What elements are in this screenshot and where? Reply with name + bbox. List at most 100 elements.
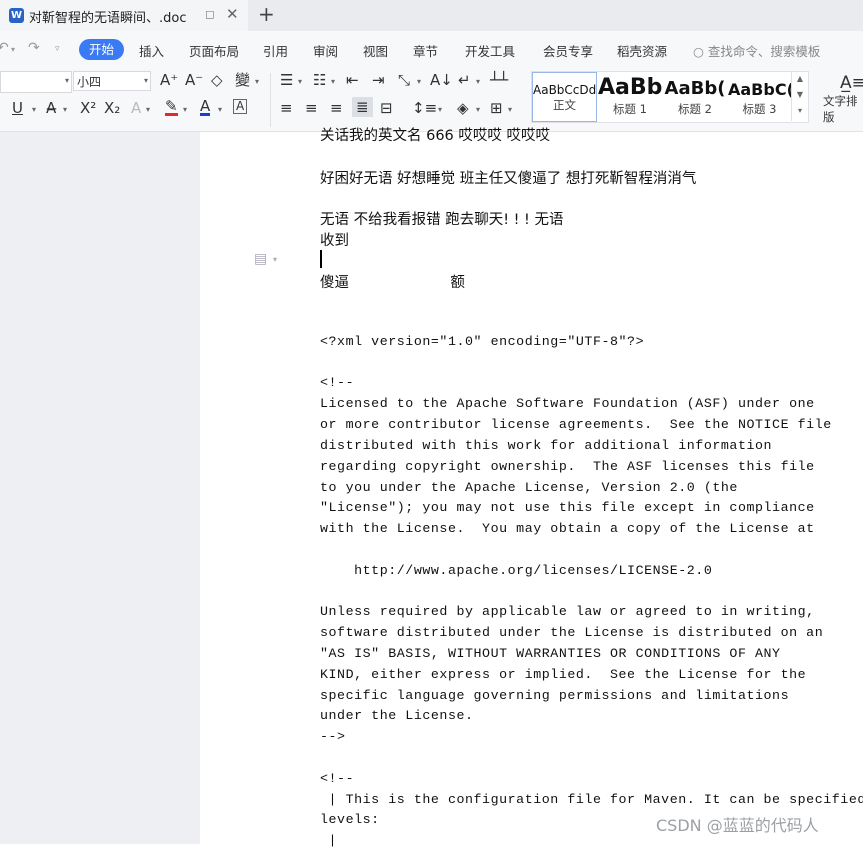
chinese-layout-icon[interactable]: ⤡ xyxy=(398,71,410,89)
undo-icon[interactable]: ↶ xyxy=(0,40,9,56)
chevron-up-icon[interactable]: ▲ xyxy=(792,71,808,87)
superscript-icon[interactable]: X² xyxy=(80,99,96,117)
menu-bar: ↶ ▾ ↷ ▿ 开始 插入 页面布局 引用 审阅 视图 章节 开发工具 会员专享… xyxy=(0,31,863,67)
font-size-value: 小四 xyxy=(77,75,102,89)
align-right-icon[interactable]: ≡ xyxy=(330,99,343,117)
character-border-icon[interactable]: A xyxy=(233,99,248,114)
strikethrough-icon[interactable]: A̶ xyxy=(46,99,56,117)
undo-dropdown-icon[interactable]: ▾ xyxy=(11,45,15,54)
style-heading-1-sample: AaBb xyxy=(598,75,662,100)
text-effect-dropdown-icon[interactable]: ▾ xyxy=(146,105,150,114)
doc-line: software distributed under the License i… xyxy=(320,625,824,640)
grow-font-icon[interactable]: A⁺ xyxy=(160,71,178,89)
style-normal-sample: AaBbCcDd xyxy=(533,83,597,97)
pin-icon[interactable]: ◻ xyxy=(205,7,215,21)
underline-dropdown-icon[interactable]: ▾ xyxy=(32,105,36,114)
text-layout-label: 文字排版 xyxy=(823,94,858,124)
shading-icon[interactable]: ◈ xyxy=(457,99,469,117)
style-heading-2-label: 标题 2 xyxy=(678,102,712,116)
doc-line: 好困好无语 好想睡觉 班主任又傻逼了 想打死靳智程消消气 xyxy=(320,171,697,187)
numbered-list-dropdown-icon[interactable]: ▾ xyxy=(331,77,335,86)
search-icon: ○ xyxy=(693,44,708,59)
quick-access-dropdown-icon[interactable]: ▿ xyxy=(55,44,60,54)
align-center-icon[interactable]: ≡ xyxy=(305,99,318,117)
doc-line: <?xml version="1.0" encoding="UTF-8"?> xyxy=(320,334,645,349)
borders-icon[interactable]: ⊞ xyxy=(490,99,503,117)
highlight-icon[interactable]: ✎ xyxy=(165,99,178,116)
doc-line: 关话我的英文名 666 哎哎哎 哎哎哎 xyxy=(320,128,551,144)
doc-line: with the License. You may obtain a copy … xyxy=(320,521,815,536)
style-heading-3-label: 标题 3 xyxy=(742,102,777,116)
sort-icon[interactable]: A↓ xyxy=(430,71,453,89)
align-left-icon[interactable]: ≡ xyxy=(280,99,293,117)
text-layout-button[interactable]: A̲≡ 文字排版 xyxy=(823,73,863,125)
menu-item-developer[interactable]: 开发工具 xyxy=(465,41,515,60)
command-search[interactable]: ○ 查找命令、搜索模板 xyxy=(693,41,820,60)
font-color-dropdown-icon[interactable]: ▾ xyxy=(218,105,222,114)
shrink-font-icon[interactable]: A⁻ xyxy=(185,71,203,89)
shading-dropdown-icon[interactable]: ▾ xyxy=(476,105,480,114)
wps-writer-icon: W xyxy=(9,8,24,23)
style-normal[interactable]: AaBbCcDd 正文 xyxy=(532,72,597,122)
formatting-toolbar: ▾ 小四 ▾ A⁺ A⁻ ◇ 變 ▾ U ▾ A̶ ▾ X² X₂ A ▾ ✎ … xyxy=(0,67,863,132)
distribute-icon[interactable]: ⊟ xyxy=(380,99,393,117)
menu-item-section[interactable]: 章节 xyxy=(413,41,438,60)
align-justify-icon[interactable]: ≣ xyxy=(352,97,373,117)
menu-item-member[interactable]: 会员专享 xyxy=(543,41,593,60)
doc-line: specific language governing permissions … xyxy=(320,688,790,703)
redo-icon[interactable]: ↷ xyxy=(28,40,40,56)
show-marks-dropdown-icon[interactable]: ▾ xyxy=(476,77,480,86)
decrease-indent-icon[interactable]: ⇤ xyxy=(346,71,359,89)
line-spacing-icon[interactable]: ↕≡ xyxy=(412,99,437,117)
style-heading-1-label: 标题 1 xyxy=(613,102,647,116)
font-size-select[interactable]: 小四 xyxy=(73,71,151,91)
more-styles-icon[interactable]: ▾ xyxy=(792,103,808,119)
chevron-down-icon[interactable]: ▼ xyxy=(792,87,808,103)
chinese-layout-dropdown-icon[interactable]: ▾ xyxy=(417,77,421,86)
font-size-dropdown-icon[interactable]: ▾ xyxy=(144,76,148,85)
doc-line: | This is the configuration file for Mav… xyxy=(320,792,863,807)
subscript-icon[interactable]: X₂ xyxy=(104,99,120,117)
menu-item-view[interactable]: 视图 xyxy=(363,41,388,60)
document-tab[interactable]: W 对靳智程的无语瞬间、.doc ◻ ✕ xyxy=(0,0,248,31)
font-color-icon[interactable]: A xyxy=(200,99,211,116)
menu-item-review[interactable]: 审阅 xyxy=(313,41,338,60)
menu-item-docer[interactable]: 稻壳资源 xyxy=(617,41,667,60)
style-heading-1[interactable]: AaBb 标题 1 xyxy=(598,72,662,122)
bullet-list-dropdown-icon[interactable]: ▾ xyxy=(298,77,302,86)
bullet-list-icon[interactable]: ☰ xyxy=(280,71,293,89)
underline-icon[interactable]: U xyxy=(12,99,23,117)
font-name-select[interactable] xyxy=(0,71,72,93)
menu-item-page-layout[interactable]: 页面布局 xyxy=(189,41,239,60)
menu-item-references[interactable]: 引用 xyxy=(263,41,288,60)
menu-item-home[interactable]: 开始 xyxy=(79,39,124,60)
doc-line: 无语 不给我看报错 跑去聊天! ! ! 无语 xyxy=(320,212,564,228)
csdn-watermark: CSDN @蓝蓝的代码人 xyxy=(656,816,819,835)
doc-line-link: http://www.apache.org/licenses/LICENSE-2… xyxy=(320,563,713,578)
increase-indent-icon[interactable]: ⇥ xyxy=(372,71,385,89)
highlight-dropdown-icon[interactable]: ▾ xyxy=(183,105,187,114)
phonetic-guide-icon[interactable]: 變 xyxy=(235,71,250,89)
ruler-icon[interactable]: ┴┴ xyxy=(490,71,508,89)
doc-line: under the License. xyxy=(320,708,474,723)
new-tab-button[interactable]: + xyxy=(258,2,275,26)
doc-line: regarding copyright ownership. The ASF l… xyxy=(320,459,815,474)
menu-item-insert[interactable]: 插入 xyxy=(139,41,164,60)
text-effect-icon[interactable]: A xyxy=(131,99,141,117)
show-marks-icon[interactable]: ↵ xyxy=(458,71,471,89)
text-cursor xyxy=(320,250,322,268)
clear-format-icon[interactable]: ◇ xyxy=(211,71,223,89)
phonetic-dropdown-icon[interactable]: ▾ xyxy=(255,77,259,86)
paragraph-layout-icon[interactable]: ▤ xyxy=(254,251,267,267)
strikethrough-dropdown-icon[interactable]: ▾ xyxy=(63,105,67,114)
paragraph-layout-dropdown-icon[interactable]: ▾ xyxy=(273,255,277,264)
font-name-dropdown-icon[interactable]: ▾ xyxy=(65,76,69,85)
style-heading-3[interactable]: AaBbC( 标题 3 xyxy=(728,72,791,122)
close-icon[interactable]: ✕ xyxy=(226,5,239,23)
line-spacing-dropdown-icon[interactable]: ▾ xyxy=(438,105,442,114)
style-gallery-scroller: ▲ ▼ ▾ xyxy=(791,71,808,121)
borders-dropdown-icon[interactable]: ▾ xyxy=(508,105,512,114)
doc-line: Licensed to the Apache Software Foundati… xyxy=(320,396,815,411)
style-heading-2[interactable]: AaBb( 标题 2 xyxy=(663,72,727,122)
numbered-list-icon[interactable]: ☷ xyxy=(313,71,326,89)
